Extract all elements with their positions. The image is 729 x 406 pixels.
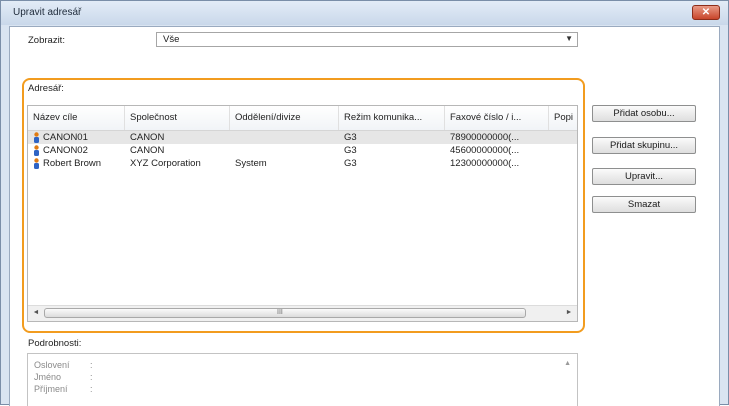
cell-fax: 12300000000(... (450, 158, 520, 169)
filter-value: Vše (163, 34, 180, 45)
add-group-button[interactable]: Přidat skupinu... (592, 137, 696, 154)
table-row[interactable]: CANON02 CANON G3 45600000000(... (28, 144, 577, 157)
edit-address-book-dialog: Upravit adresář ✕ Zobrazit: Vše ▼ Adresá… (0, 0, 729, 406)
horizontal-scrollbar[interactable]: ◄ III ► (28, 305, 577, 321)
edit-button[interactable]: Upravit... (592, 168, 696, 185)
cell-company: CANON (130, 145, 165, 156)
cell-department (230, 144, 339, 157)
title-bar[interactable]: Upravit adresář ✕ (1, 1, 728, 25)
address-list[interactable]: Název cíle Společnost Oddělení/divize Re… (27, 105, 578, 322)
cell-mode: G3 (344, 145, 357, 156)
dialog-title: Upravit adresář (13, 7, 82, 18)
filter-label: Zobrazit: (28, 35, 65, 46)
cell-name: CANON01 (43, 132, 88, 143)
list-header: Název cíle Společnost Oddělení/divize Re… (28, 106, 577, 131)
filter-dropdown[interactable]: Vše ▼ (156, 32, 578, 47)
scroll-up-icon[interactable]: ▲ (564, 360, 571, 367)
delete-button[interactable]: Smazat (592, 196, 696, 213)
details-label: Podrobnosti: (28, 338, 82, 349)
add-person-button[interactable]: Přidat osobu... (592, 105, 696, 122)
column-header-mode[interactable]: Režim komunika... (339, 106, 445, 130)
cell-department (230, 131, 339, 144)
detail-field-salutation: Oslovení (34, 360, 70, 370)
column-header-company[interactable]: Společnost (125, 106, 230, 130)
scroll-grip-icon: III (277, 309, 283, 316)
column-header-fax[interactable]: Faxové číslo / i... (445, 106, 549, 130)
detail-field-first-name: Jméno (34, 372, 62, 382)
detail-colon: : (90, 360, 93, 370)
cell-fax: 78900000000(... (450, 132, 520, 143)
cell-department: System (235, 158, 267, 169)
column-header-department[interactable]: Oddělení/divize (230, 106, 339, 130)
cell-name: CANON02 (43, 145, 88, 156)
cell-name: Robert Brown (43, 158, 102, 169)
scroll-right-icon[interactable]: ► (562, 307, 576, 319)
address-book-label: Adresář: (28, 83, 64, 94)
detail-colon: : (90, 384, 93, 394)
scroll-left-icon[interactable]: ◄ (29, 307, 43, 319)
detail-field-last-name: Příjmení (34, 384, 68, 394)
table-row[interactable]: CANON01 CANON G3 78900000000(... (28, 131, 577, 144)
table-row[interactable]: Robert Brown XYZ Corporation System G3 1… (28, 157, 577, 170)
detail-colon: : (90, 372, 93, 382)
cell-mode: G3 (344, 158, 357, 169)
column-header-description[interactable]: Popi (549, 106, 577, 130)
cell-mode: G3 (344, 132, 357, 143)
column-header-name[interactable]: Název cíle (28, 106, 125, 130)
cell-company: CANON (130, 132, 165, 143)
chevron-down-icon: ▼ (565, 34, 573, 43)
details-panel: Oslovení : Jméno : Příjmení : ▲ (27, 353, 578, 406)
scrollbar-thumb[interactable]: III (44, 308, 526, 318)
cell-fax: 45600000000(... (450, 145, 520, 156)
cell-company: XYZ Corporation (130, 158, 201, 169)
close-button[interactable]: ✕ (692, 5, 720, 20)
